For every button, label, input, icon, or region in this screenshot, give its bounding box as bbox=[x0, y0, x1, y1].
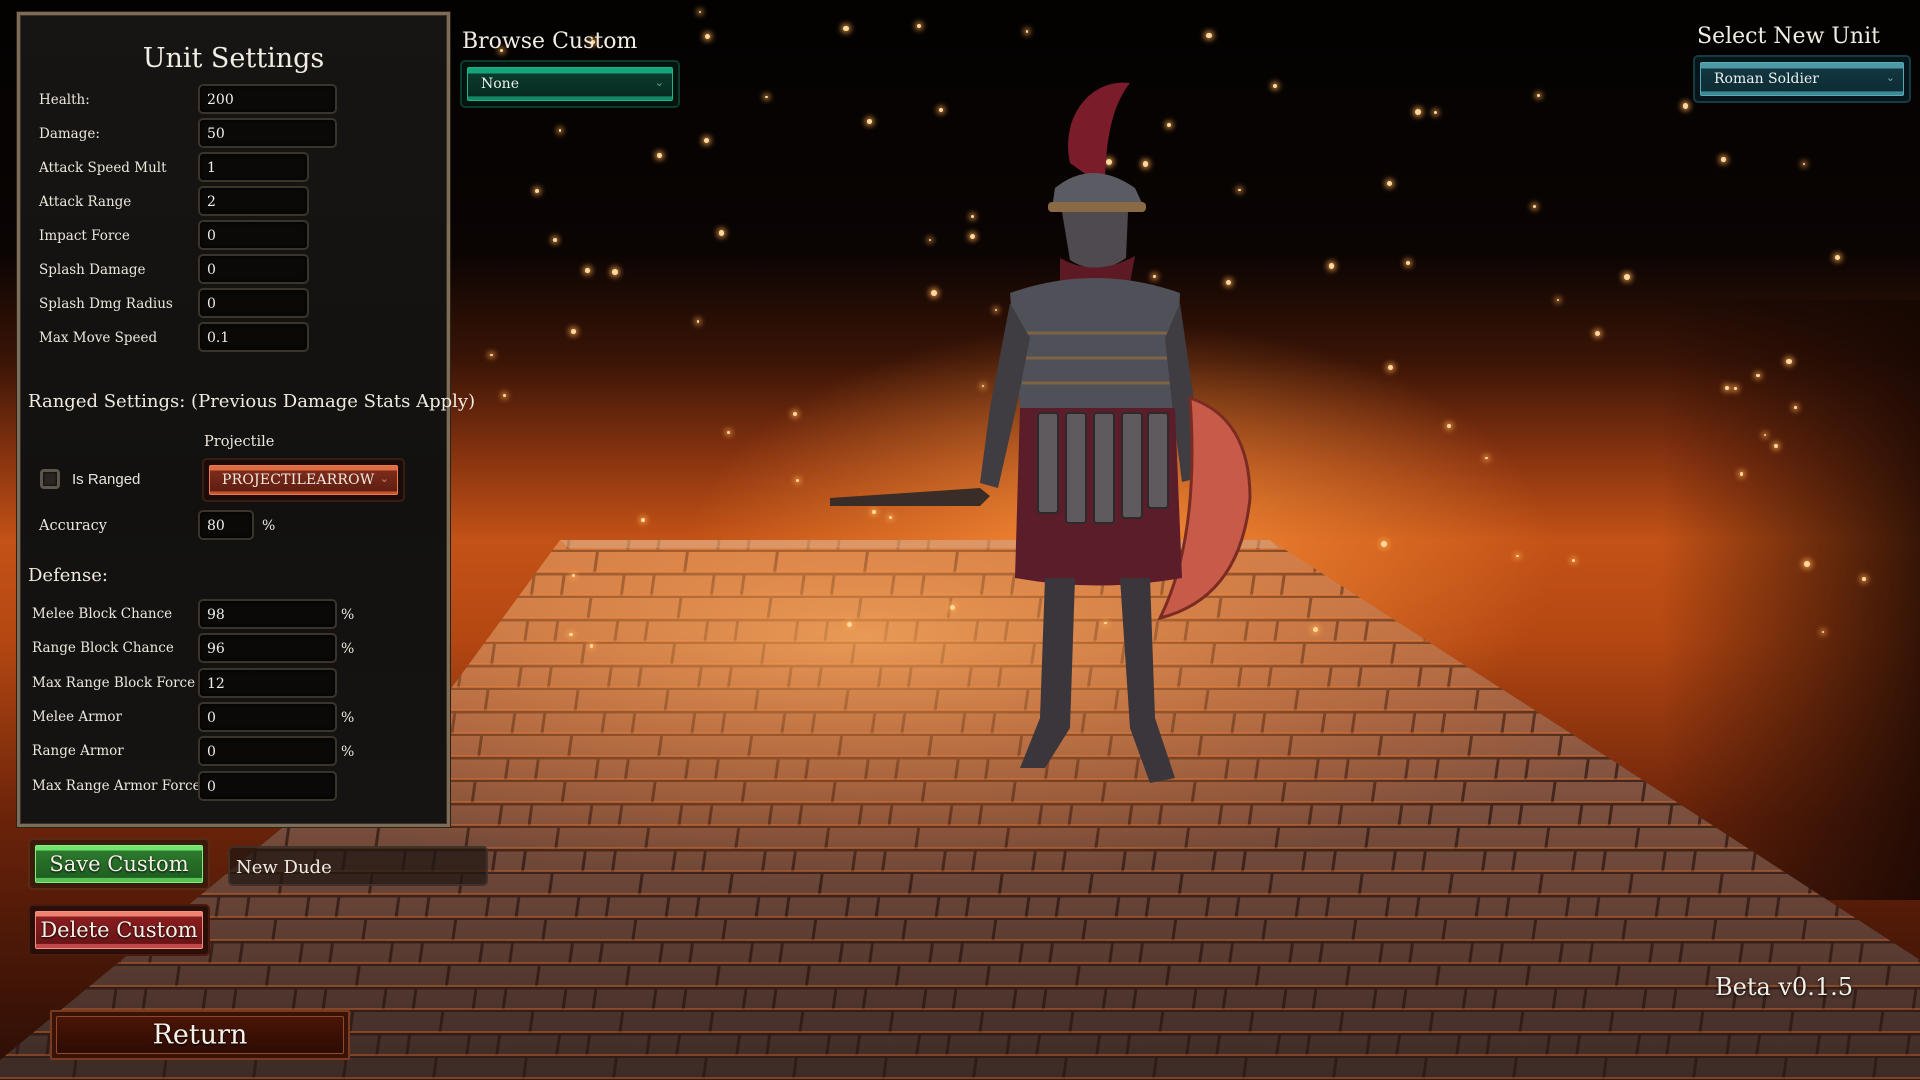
is-ranged-checkbox[interactable] bbox=[40, 469, 60, 489]
ember-spark bbox=[612, 269, 618, 275]
save-custom-label: Save Custom bbox=[49, 852, 189, 876]
ember-spark bbox=[1556, 298, 1559, 301]
accuracy-input[interactable]: 80 bbox=[198, 510, 254, 540]
ember-spark bbox=[1205, 32, 1212, 39]
return-label: Return bbox=[152, 1019, 248, 1051]
return-button[interactable]: Return bbox=[50, 1010, 350, 1060]
stat-input[interactable]: 50 bbox=[198, 118, 337, 148]
stat-label: Splash Damage bbox=[39, 262, 146, 278]
chevron-down-icon: ⌄ bbox=[1885, 71, 1895, 85]
ember-spark bbox=[585, 268, 590, 273]
projectile-dropdown[interactable]: PROJECTILEARROW ⌄ bbox=[202, 458, 405, 502]
delete-custom-button[interactable]: Delete Custom bbox=[28, 904, 210, 956]
custom-name-input[interactable]: New Dude bbox=[228, 846, 488, 886]
delete-custom-label: Delete Custom bbox=[40, 918, 198, 942]
defense-stat-label: Max Range Armor Force bbox=[32, 778, 201, 794]
roman-soldier-model bbox=[830, 82, 1252, 783]
projectile-dropdown-value: PROJECTILEARROW bbox=[222, 472, 375, 488]
ember-spark bbox=[490, 353, 493, 357]
ember-spark bbox=[1447, 424, 1451, 428]
stat-input[interactable]: 0 bbox=[198, 254, 309, 284]
version-label: Beta v0.1.5 bbox=[1715, 973, 1854, 1001]
ember-spark bbox=[1405, 260, 1411, 265]
ember-spark bbox=[1380, 540, 1387, 547]
defense-heading: Defense: bbox=[28, 565, 108, 586]
ember-spark bbox=[1763, 433, 1766, 437]
defense-stat-input[interactable]: 0 bbox=[198, 702, 337, 732]
ember-spark bbox=[1623, 273, 1630, 280]
ember-spark bbox=[1682, 103, 1688, 109]
defense-stat-label: Range Armor bbox=[32, 743, 124, 759]
ember-spark bbox=[704, 33, 710, 40]
ember-spark bbox=[1794, 406, 1797, 409]
defense-stat-input[interactable]: 96 bbox=[198, 633, 337, 663]
ember-spark bbox=[1516, 554, 1519, 558]
ember-spark bbox=[1862, 577, 1867, 581]
percent-unit: % bbox=[341, 744, 355, 760]
defense-stat-input[interactable]: 0 bbox=[198, 736, 337, 766]
defense-stat-input[interactable]: 12 bbox=[198, 668, 337, 698]
ember-spark bbox=[704, 138, 710, 143]
accuracy-percent-unit: % bbox=[262, 518, 276, 534]
ember-spark bbox=[1734, 387, 1737, 390]
unit-settings-title: Unit Settings bbox=[142, 43, 325, 74]
stat-label: Attack Speed Mult bbox=[39, 160, 167, 176]
stat-label: Damage: bbox=[39, 126, 100, 142]
ember-spark bbox=[916, 23, 921, 28]
ranged-settings-heading: Ranged Settings: (Previous Damage Stats … bbox=[28, 391, 476, 412]
stat-input[interactable]: 0 bbox=[198, 220, 309, 250]
stat-input[interactable]: 0.1 bbox=[198, 322, 309, 352]
ember-spark bbox=[1739, 471, 1744, 476]
ember-spark bbox=[571, 329, 576, 334]
stat-label: Impact Force bbox=[39, 228, 130, 244]
ember-spark bbox=[1821, 630, 1824, 633]
defense-stat-label: Range Block Chance bbox=[32, 640, 174, 656]
save-custom-button[interactable]: Save Custom bbox=[28, 838, 210, 890]
ember-spark bbox=[718, 230, 724, 236]
select-unit-value: Roman Soldier bbox=[1714, 71, 1819, 87]
stat-input[interactable]: 2 bbox=[198, 186, 309, 216]
ember-spark bbox=[657, 153, 662, 158]
select-unit-dropdown[interactable]: Roman Soldier ⌄ bbox=[1693, 55, 1911, 103]
stat-input[interactable]: 0 bbox=[198, 288, 309, 318]
accuracy-label: Accuracy bbox=[39, 518, 107, 534]
ember-spark bbox=[765, 95, 768, 99]
ember-spark bbox=[1485, 456, 1488, 460]
select-new-unit-title: Select New Unit bbox=[1697, 24, 1880, 49]
browse-custom-value: None bbox=[481, 76, 519, 92]
defense-stat-label: Melee Armor bbox=[32, 709, 122, 725]
defense-stat-label: Max Range Block Force bbox=[32, 675, 196, 691]
defense-stat-input[interactable]: 98 bbox=[198, 599, 337, 629]
stat-label: Max Move Speed bbox=[39, 330, 158, 346]
browse-custom-dropdown[interactable]: None ⌄ bbox=[460, 60, 680, 108]
percent-unit: % bbox=[341, 710, 355, 726]
ember-spark bbox=[641, 517, 646, 522]
stat-input[interactable]: 200 bbox=[198, 84, 337, 114]
ember-spark bbox=[1415, 108, 1422, 115]
percent-unit: % bbox=[341, 641, 355, 657]
stat-label: Attack Range bbox=[39, 194, 132, 210]
projectile-label: Projectile bbox=[204, 434, 275, 450]
chevron-down-icon: ⌄ bbox=[654, 76, 664, 90]
defense-stat-input[interactable]: 0 bbox=[198, 771, 337, 801]
defense-stat-label: Melee Block Chance bbox=[32, 606, 173, 622]
ember-spark bbox=[1803, 560, 1810, 567]
ember-spark bbox=[1786, 358, 1792, 364]
ember-spark bbox=[1720, 157, 1726, 162]
stat-input[interactable]: 1 bbox=[198, 152, 309, 182]
browse-custom-title: Browse Custom bbox=[462, 29, 638, 54]
ember-spark bbox=[552, 237, 557, 242]
percent-unit: % bbox=[341, 607, 355, 623]
is-ranged-label: Is Ranged bbox=[72, 471, 141, 488]
ember-spark bbox=[1724, 385, 1729, 390]
ember-spark bbox=[696, 320, 699, 323]
chevron-down-icon: ⌄ bbox=[379, 472, 389, 486]
stat-label: Splash Dmg Radius bbox=[39, 296, 173, 312]
stat-label: Health: bbox=[39, 92, 90, 108]
